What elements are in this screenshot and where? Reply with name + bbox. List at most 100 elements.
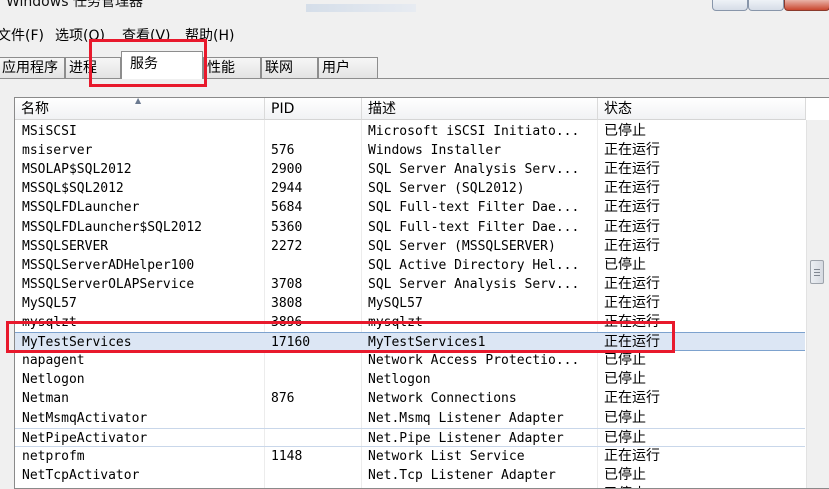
service-name-cell: MSOLAP$SQL2012 [22,162,132,178]
scrollbar-thumb[interactable] [810,260,824,284]
service-row[interactable]: NetMsmqActivator Net.Msmq Listener Adapte… [15,409,805,428]
service-status-cell: 正在运行 [604,275,660,292]
column-header-description[interactable]: 描述 [362,98,598,120]
service-pid-cell [271,429,363,448]
service-description-cell: SQL Full-text Filter Dae... [368,219,580,235]
tab-processes[interactable]: 进程 [65,57,121,78]
service-row[interactable]: napagent Network Access Protectio... 已停止 [15,351,805,370]
close-button[interactable] [784,0,829,11]
tab-applications[interactable]: 应用程序 [0,57,65,78]
service-status-cell: 已停止 [604,352,646,369]
menu-file[interactable]: 文件(F) [0,25,44,45]
service-name-cell: NetTcpPortSharing [22,485,268,488]
service-row[interactable]: netprofm 1148 Network List Service 正在运行 [15,447,805,466]
service-pid-cell: 3708 [271,276,303,292]
menu-help[interactable]: 帮助(H) [185,25,234,45]
service-row[interactable]: NetTcpPortSharing Net.Tcp Port Sharing Se… [15,485,805,488]
service-description-cell: MyTestServices1 [368,335,486,351]
service-status-cell: 已停止 [604,256,646,273]
service-status-cell: 正在运行 [604,334,660,351]
service-row[interactable]: NetPipeActivator Net.Pipe Listener Adapte… [15,427,805,448]
service-name-cell: Netlogon [22,372,85,388]
service-row[interactable]: MSSQL$SQL2012 2944 SQL Server (SQL2012) 正在运… [15,179,805,198]
service-pid-cell: 876 [271,391,295,407]
service-description-cell: Windows Installer [368,143,502,159]
service-name-cell: NetTcpActivator [22,467,140,483]
service-row[interactable]: NetTcpActivator Net.Tcp Listener Adapter 已… [15,466,805,485]
service-description-cell: Network Access Protectio... [368,353,580,369]
minimize-button[interactable] [712,0,748,11]
service-row[interactable]: MSSQLServerOLAPService 3708 SQL Server Ana… [15,275,805,294]
service-row[interactable]: Netman 876 Network Connections 正在运行 [15,389,805,408]
service-name-cell: MyTestServices [22,335,132,351]
service-pid-cell [271,351,363,370]
service-description-cell: Network List Service [368,448,525,464]
service-status-cell: 正在运行 [604,390,660,407]
service-pid-cell: 576 [271,143,295,159]
service-status-cell: 正在运行 [604,142,660,159]
service-status-cell: 正在运行 [604,199,660,216]
vertical-scrollbar[interactable] [806,120,829,488]
service-status-cell: 已停止 [604,485,804,488]
tab-users[interactable]: 用户 [318,57,378,78]
service-row[interactable]: MSSQLFDLauncher 5684 SQL Full-text Filter … [15,198,805,217]
service-pid-cell: 3808 [271,295,303,311]
service-row[interactable]: mysqlzt 3896 mysqlzt 正在运行 [15,313,805,332]
menu-options[interactable]: 选项(O) [55,25,105,45]
service-name-cell: MSSQLSERVER [22,238,109,254]
service-pid-cell: 17160 [271,335,311,351]
service-name-cell: MSSQL$SQL2012 [22,181,124,197]
services-list[interactable]: ▲ 名称 PID 描述 状态 MSiSCSI Microsoft iSCSI In… [14,97,829,489]
service-row[interactable]: msiserver 576 Windows Installer 正在运行 [15,141,805,160]
tab-networking[interactable]: 联网 [261,57,318,78]
service-status-cell: 正在运行 [604,447,660,464]
service-name-cell: Netman [22,391,69,407]
menu-view[interactable]: 查看(V) [122,25,171,45]
service-row[interactable]: Netlogon Netlogon 已停止 [15,370,805,389]
service-pid-cell: 1148 [271,448,303,464]
service-status-cell: 正在运行 [604,237,660,254]
service-description-cell: SQL Server Analysis Serv... [368,276,580,292]
service-row[interactable]: MSSQLSERVER 2272 SQL Server (MSSQLSERVER) 正… [15,237,805,256]
service-status-cell: 正在运行 [604,218,660,235]
service-name-cell: MSSQLServerOLAPService [22,276,195,292]
service-description-cell: Net.Tcp Port Sharing Ser... [368,485,600,488]
column-header-pid[interactable]: PID [265,98,362,120]
service-description-cell: Netlogon [368,372,431,388]
service-row[interactable]: MSiSCSI Microsoft iSCSI Initiato... 已停止 [15,122,805,141]
service-pid-cell [271,466,363,485]
service-name-cell: MySQL57 [22,295,77,311]
service-row[interactable]: MSOLAP$SQL2012 2900 SQL Server Analysis Se… [15,160,805,179]
grip-line [814,275,820,276]
service-row[interactable]: MSSQLFDLauncher$SQL2012 5360 SQL Full-text… [15,218,805,237]
title-bar-reflection [306,4,416,12]
service-description-cell: mysqlzt [368,315,423,330]
column-header-name[interactable]: ▲ 名称 [15,98,265,120]
service-name-cell: MSSQLFDLauncher$SQL2012 [22,219,203,235]
service-row[interactable]: MyTestServices 17160 MyTestServices1 正在运行 [15,332,805,352]
column-header-status[interactable]: 状态 [598,98,806,120]
service-pid-cell: 2272 [271,238,303,254]
service-row[interactable]: MySQL57 3808 MySQL57 正在运行 [15,294,805,313]
service-description-cell: Net.Tcp Listener Adapter [368,467,556,483]
tab-services[interactable]: 服务 [121,51,203,79]
maximize-button[interactable] [748,0,784,11]
service-name-cell: NetMsmqActivator [22,410,148,426]
grip-line [814,272,820,273]
service-row[interactable]: MSSQLServerADHelper100 SQL Active Directo… [15,256,805,275]
window-title: Windows 任务管理器 [6,0,143,10]
service-status-cell: 已停止 [604,409,646,426]
service-pid-cell [271,370,363,389]
service-name-cell: napagent [22,353,85,369]
service-status-cell: 正在运行 [604,180,660,197]
service-pid-cell [271,485,363,488]
service-description-cell: SQL Active Directory Hel... [368,257,580,273]
service-description-cell: Net.Pipe Listener Adapter [368,430,564,446]
tab-performance[interactable]: 性能 [203,57,261,78]
service-pid-cell [271,122,363,141]
service-pid-cell: 5360 [271,219,303,235]
service-status-cell: 已停止 [604,466,646,483]
service-description-cell: SQL Server (MSSQLSERVER) [368,238,556,254]
menu-bar: 文件(F) 选项(O) 查看(V) 帮助(H) [0,22,829,44]
service-description-cell: SQL Server (SQL2012) [368,181,525,197]
